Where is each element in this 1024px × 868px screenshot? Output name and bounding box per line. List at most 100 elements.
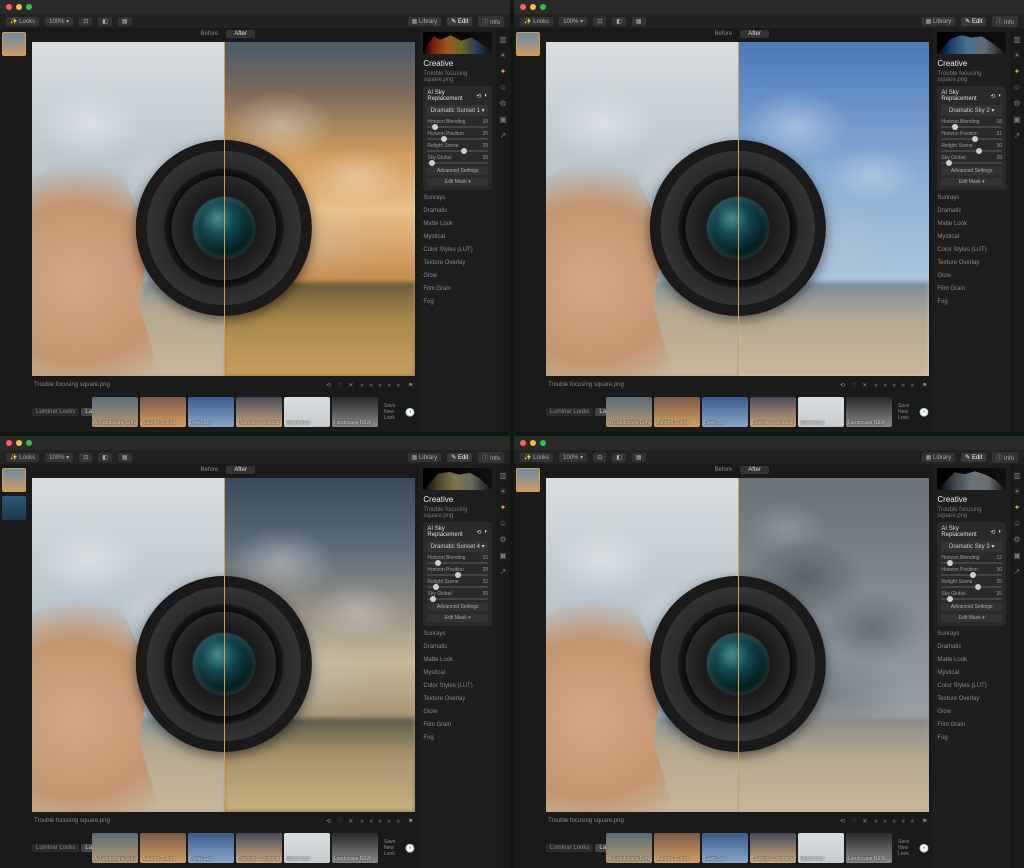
tool-dramatic[interactable]: Dramatic	[423, 206, 492, 216]
after-tab[interactable]: After	[226, 30, 255, 38]
share-icon[interactable]: ↗	[1012, 566, 1022, 576]
canvas-icon[interactable]: ▣	[498, 114, 508, 124]
library-tab[interactable]: ▦ Library	[922, 453, 956, 462]
slider-blend[interactable]: Horizon Blending10	[427, 119, 488, 128]
tool-film-grain[interactable]: Film Grain	[937, 720, 1006, 730]
edit-mask-button[interactable]: Edit Mask ▾	[427, 178, 488, 186]
edit-mask-button[interactable]: Edit Mask ▾	[941, 178, 1002, 186]
thumbnail-selected[interactable]	[2, 468, 26, 492]
tool-fog[interactable]: Fog	[423, 297, 492, 307]
looks-button[interactable]: ✨ Looks	[6, 453, 39, 462]
info-tab[interactable]: ⓘ Info	[478, 452, 504, 463]
sync-icon[interactable]: ⟲	[840, 818, 845, 825]
after-tab[interactable]: After	[740, 466, 769, 474]
thumbnail-2[interactable]	[2, 496, 26, 520]
clock-icon[interactable]: 🕐	[405, 408, 415, 417]
slider-blend[interactable]: Horizon Blending12	[941, 555, 1002, 564]
split-divider[interactable]	[224, 478, 225, 812]
layers-icon[interactable]: ▥	[1012, 34, 1022, 44]
fit-button[interactable]: ⊡	[593, 17, 606, 26]
tool-fog[interactable]: Fog	[423, 733, 492, 743]
tool-sunrays[interactable]: Sunrays	[423, 193, 492, 203]
tool-sunrays[interactable]: Sunrays	[937, 193, 1006, 203]
favorite-icon[interactable]: ♡	[851, 382, 856, 389]
flag-icon[interactable]: ⚑	[408, 382, 413, 389]
essentials-icon[interactable]: ☀	[498, 486, 508, 496]
advanced-settings-button[interactable]: Advanced Settings	[427, 167, 488, 175]
slider-global[interactable]: Sky Global30	[427, 591, 488, 600]
edit-tab[interactable]: ✎ Edit	[961, 17, 986, 26]
edit-mask-button[interactable]: Edit Mask ▾	[941, 614, 1002, 622]
look-preset-4[interactable]: Dramatic Landscape	[750, 397, 796, 427]
after-tab[interactable]: After	[740, 30, 769, 38]
zoom-dropdown[interactable]: 100% ▾	[559, 453, 587, 462]
traffic-light-y[interactable]	[530, 440, 536, 446]
tool-glow[interactable]: Glow	[423, 271, 492, 281]
image-canvas[interactable]	[32, 478, 415, 812]
look-preset-2[interactable]: Autumn Colors	[654, 833, 700, 863]
histogram[interactable]	[423, 468, 492, 490]
tool-dramatic[interactable]: Dramatic	[937, 642, 1006, 652]
luminar-looks-tab[interactable]: Luminar Looks	[32, 408, 79, 416]
reject-icon[interactable]: ✕	[862, 382, 867, 389]
share-icon[interactable]: ↗	[1012, 130, 1022, 140]
tool-color-styles-lut-[interactable]: Color Styles (LUT)	[937, 681, 1006, 691]
histogram[interactable]	[937, 468, 1006, 490]
save-new-look[interactable]: Save New Look	[380, 837, 399, 859]
reset-icon[interactable]: ⟲	[990, 529, 995, 536]
fit-button[interactable]: ⊡	[79, 453, 92, 462]
tool-mystical[interactable]: Mystical	[423, 232, 492, 242]
favorite-icon[interactable]: ♡	[337, 818, 342, 825]
after-tab[interactable]: After	[226, 466, 255, 474]
before-tab[interactable]: Before	[193, 466, 227, 474]
creative-icon[interactable]: ✦	[1012, 66, 1022, 76]
tool-mystical[interactable]: Mystical	[937, 232, 1006, 242]
compare-button[interactable]: ◧	[612, 17, 626, 26]
traffic-light-g[interactable]	[26, 4, 32, 10]
slider-relight[interactable]: Relight Scene32	[427, 579, 488, 588]
tool-fog[interactable]: Fog	[937, 297, 1006, 307]
look-preset-5[interactable]: Mysterious	[798, 397, 844, 427]
traffic-light-r[interactable]	[6, 4, 12, 10]
split-divider[interactable]	[738, 42, 739, 376]
layers-icon[interactable]: ▥	[1012, 470, 1022, 480]
slider-pos[interactable]: Horizon Position28	[427, 567, 488, 576]
creative-icon[interactable]: ✦	[498, 502, 508, 512]
tool-glow[interactable]: Glow	[937, 707, 1006, 717]
zoom-dropdown[interactable]: 100% ▾	[45, 17, 73, 26]
traffic-light-g[interactable]	[540, 4, 546, 10]
look-preset-2[interactable]: Autumn Colors	[654, 397, 700, 427]
sync-icon[interactable]: ⟲	[326, 818, 331, 825]
info-tab[interactable]: ⓘ Info	[478, 16, 504, 27]
traffic-light-r[interactable]	[6, 440, 12, 446]
toggle-icon[interactable]: ◐	[998, 93, 1002, 100]
traffic-light-y[interactable]	[16, 4, 22, 10]
slider-pos[interactable]: Horizon Position25	[427, 131, 488, 140]
portrait-icon[interactable]: ☺	[498, 518, 508, 528]
slider-global[interactable]: Sky Global28	[941, 155, 1002, 164]
look-preset-3[interactable]: Deep Sky	[188, 833, 234, 863]
canvas-icon[interactable]: ▣	[1012, 550, 1022, 560]
grid-button[interactable]: ▦	[118, 453, 132, 462]
sync-icon[interactable]: ⟲	[840, 382, 845, 389]
luminar-looks-tab[interactable]: Luminar Looks	[32, 844, 79, 852]
thumbnail-selected[interactable]	[516, 468, 540, 492]
look-preset-1[interactable]: AI Landscape Enhancer	[92, 397, 138, 427]
tool-dramatic[interactable]: Dramatic	[423, 642, 492, 652]
look-preset-6[interactable]: Landscape B&W	[846, 397, 892, 427]
before-tab[interactable]: Before	[193, 30, 227, 38]
pro-icon[interactable]: ⚙	[498, 98, 508, 108]
tool-texture-overlay[interactable]: Texture Overlay	[937, 258, 1006, 268]
fit-button[interactable]: ⊡	[79, 17, 92, 26]
slider-relight[interactable]: Relight Scene30	[941, 143, 1002, 152]
toggle-icon[interactable]: ◐	[484, 529, 488, 536]
pro-icon[interactable]: ⚙	[1012, 534, 1022, 544]
split-divider[interactable]	[224, 42, 225, 376]
tool-film-grain[interactable]: Film Grain	[423, 720, 492, 730]
histogram[interactable]	[937, 32, 1006, 54]
info-tab[interactable]: ⓘ Info	[992, 452, 1018, 463]
look-preset-6[interactable]: Landscape B&W	[332, 833, 378, 863]
share-icon[interactable]: ↗	[498, 566, 508, 576]
luminar-looks-tab[interactable]: Luminar Looks	[546, 844, 593, 852]
sky-preset-dropdown[interactable]: Dramatic Sunset 1 ▾	[427, 105, 488, 116]
